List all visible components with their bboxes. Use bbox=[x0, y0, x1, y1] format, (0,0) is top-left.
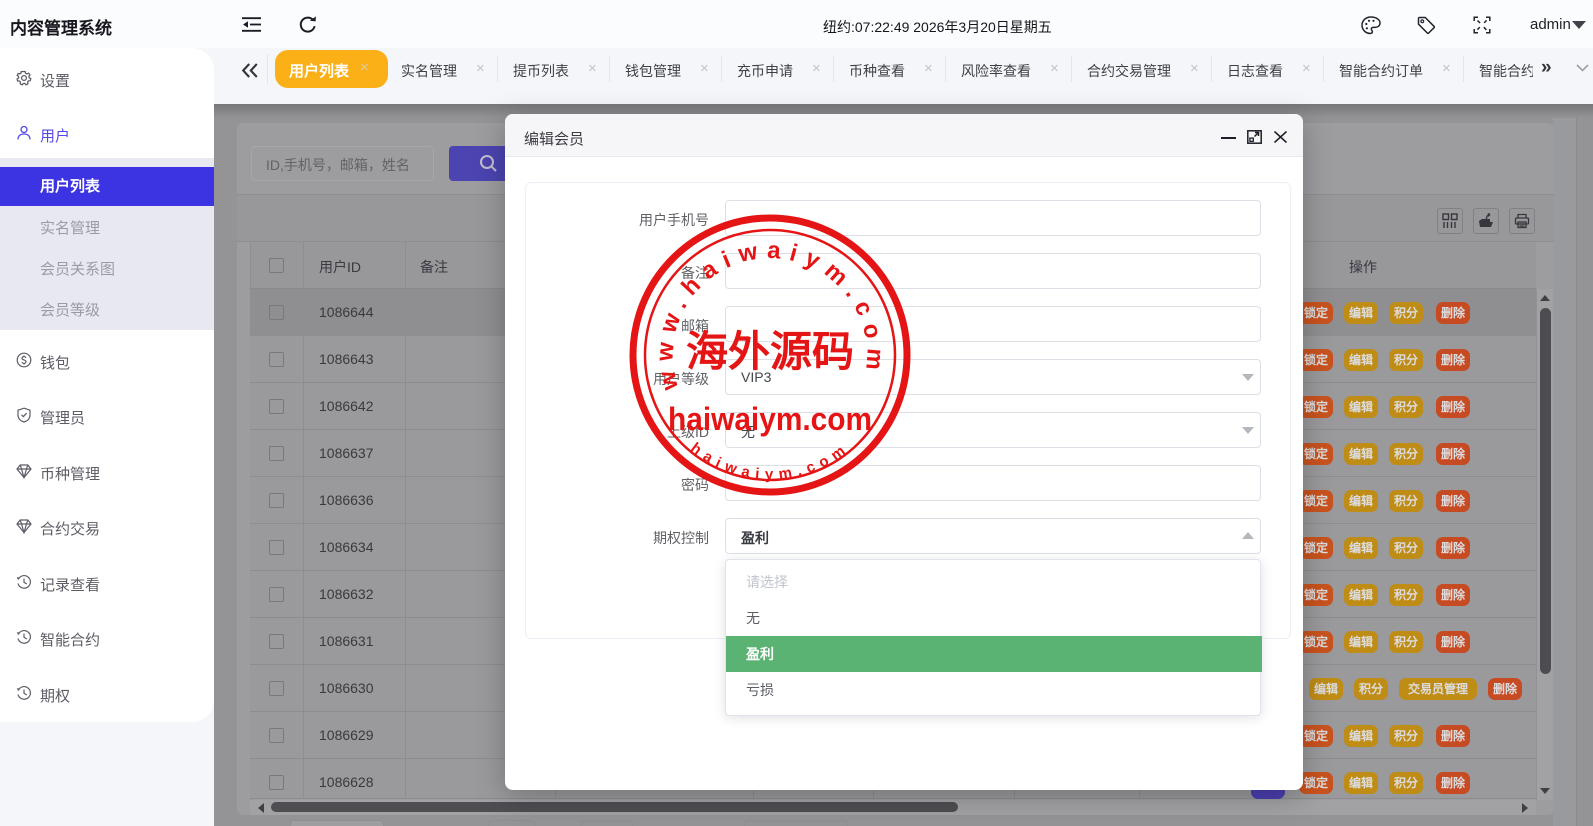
svg-text:haiwaiym.com: haiwaiym.com bbox=[668, 401, 872, 437]
svg-text:海外源码: 海外源码 bbox=[686, 329, 854, 376]
